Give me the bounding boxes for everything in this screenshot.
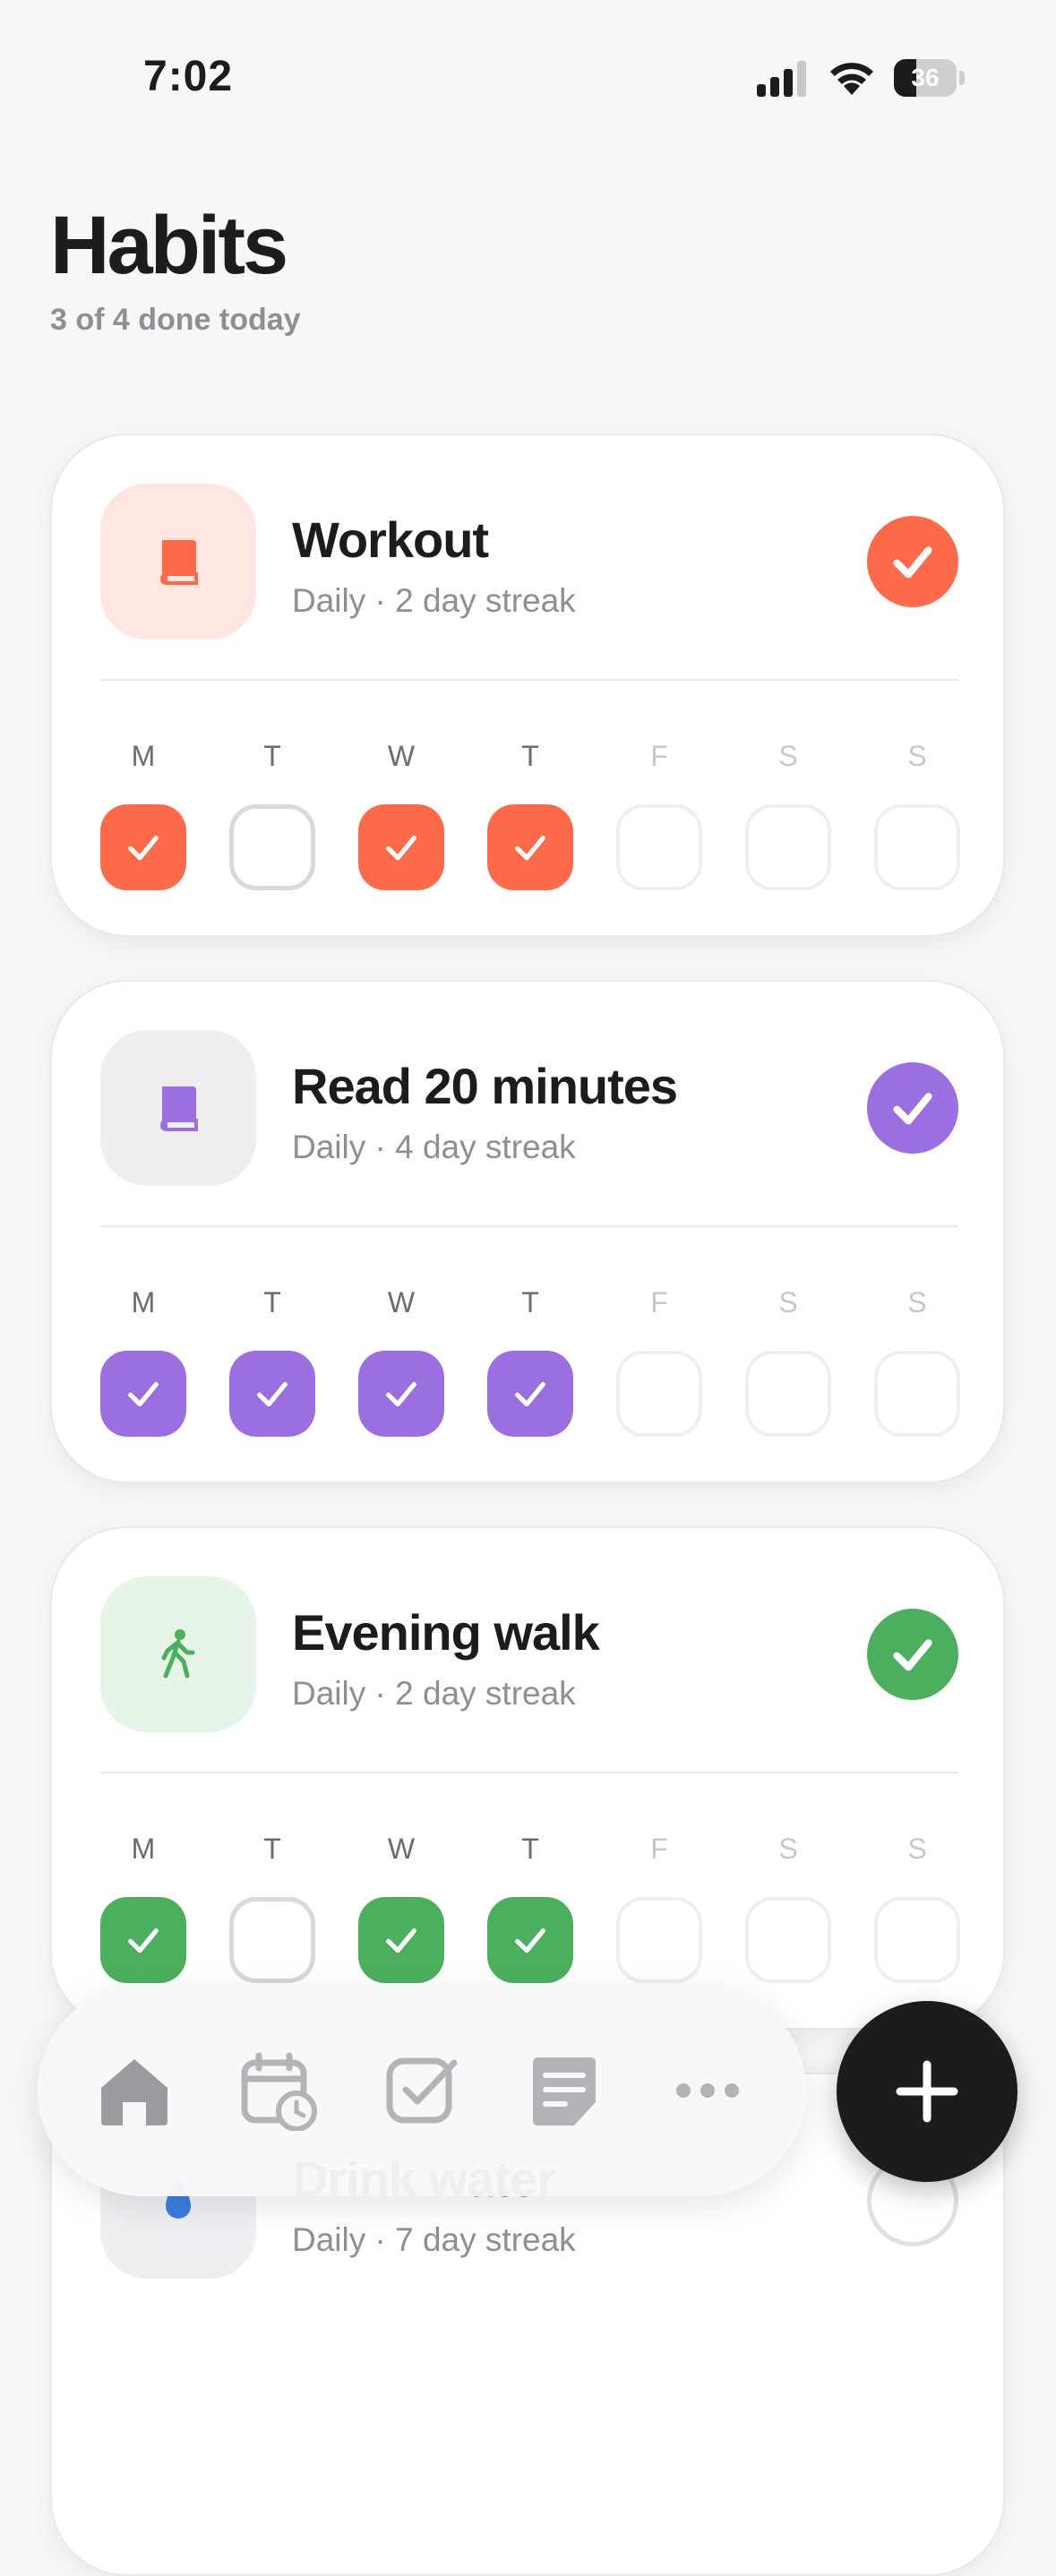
habit-icon-tile [100, 1576, 256, 1732]
checkmark-icon [128, 836, 159, 861]
weekday-label: M [131, 1286, 156, 1318]
plus-icon [896, 2060, 958, 2123]
battery-percentage: 36 [911, 64, 940, 91]
habit-icon-tile [100, 1030, 256, 1186]
habit-complete-toggle[interactable] [867, 1062, 958, 1154]
day-checkbox[interactable] [358, 1351, 444, 1437]
battery-icon: 36 [894, 59, 966, 97]
more-icon [676, 2083, 739, 2098]
weekday-label: T [263, 1833, 281, 1865]
habit-name: Workout [292, 511, 489, 568]
notes-icon [533, 2057, 596, 2125]
checkmark-icon [893, 1639, 932, 1671]
weekday-label: T [263, 740, 281, 772]
weekday-label: F [650, 740, 668, 772]
habit-streak: Daily · 2 day streak [292, 582, 576, 619]
divider [100, 1225, 958, 1227]
day-checkbox[interactable] [487, 804, 573, 890]
book-icon [159, 540, 198, 585]
day-checkbox[interactable] [874, 1897, 960, 1983]
day-checkbox[interactable] [100, 804, 186, 890]
day-checkbox[interactable] [487, 1351, 573, 1437]
page-title: Habits [50, 200, 288, 291]
checkmark-icon [386, 1928, 416, 1953]
tab-schedule[interactable] [233, 2046, 322, 2135]
divider [100, 1772, 958, 1773]
habit-complete-toggle[interactable] [867, 516, 958, 607]
habit-streak: Daily · 2 day streak [292, 1675, 576, 1712]
checkmark-icon [515, 1928, 545, 1953]
day-checkbox[interactable] [874, 1351, 960, 1437]
weekday-label: S [907, 1286, 927, 1318]
checkmark-icon [893, 546, 932, 579]
day-checkbox[interactable] [229, 1351, 315, 1437]
habit-streak: Daily · 4 day streak [292, 1129, 576, 1165]
day-checkbox[interactable] [229, 804, 315, 890]
weekday-label: S [907, 740, 927, 772]
checkmark-icon [515, 1382, 545, 1407]
tab-tasks[interactable] [376, 2046, 466, 2135]
tab-bar [38, 1985, 806, 2196]
weekday-label: W [387, 740, 416, 772]
weekday-label: T [263, 1286, 281, 1318]
tab-notes[interactable] [519, 2046, 609, 2135]
day-checkbox[interactable] [100, 1897, 186, 1983]
day-checkbox[interactable] [358, 804, 444, 890]
day-checkbox[interactable] [745, 1351, 831, 1437]
weekday-label: M [131, 740, 156, 772]
habit-streak: Daily · 7 day streak [292, 2221, 576, 2258]
habit-complete-toggle[interactable] [867, 1609, 958, 1700]
book-icon [159, 1086, 198, 1131]
checkmark-icon [128, 1928, 159, 1953]
day-checkbox[interactable] [100, 1351, 186, 1437]
day-checkbox[interactable] [745, 1897, 831, 1983]
calendar-clock-icon [241, 2052, 317, 2131]
day-checkbox[interactable] [616, 804, 702, 890]
weekday-label: S [778, 740, 798, 772]
cellular-signal-icon [757, 61, 806, 97]
home-icon [101, 2059, 167, 2125]
checkmark-icon [515, 836, 545, 861]
habit-card[interactable]: Evening walk Daily · 2 day streak M T W T F S S [50, 1526, 1005, 2030]
checkmark-icon [257, 1382, 288, 1407]
add-habit-button[interactable] [837, 2001, 1017, 2182]
weekday-label: F [650, 1833, 668, 1865]
checkbox-icon [386, 2057, 458, 2124]
day-checkbox[interactable] [616, 1351, 702, 1437]
weekday-label: S [778, 1286, 798, 1318]
habit-card[interactable]: Read 20 minutes Daily · 4 day streak M T W T F… [50, 980, 1005, 1483]
weekday-label: W [387, 1286, 416, 1318]
checkmark-icon [128, 1382, 159, 1407]
status-time: 7:02 [143, 53, 234, 100]
day-checkbox[interactable] [358, 1897, 444, 1983]
divider [100, 679, 958, 681]
habit-card[interactable]: Workout Daily · 2 day streak M T W T F S S [50, 434, 1005, 937]
wifi-icon [830, 63, 873, 95]
tab-home[interactable] [90, 2046, 179, 2135]
day-checkbox[interactable] [745, 804, 831, 890]
weekday-label: S [778, 1833, 798, 1865]
checkmark-icon [386, 1382, 416, 1407]
tab-more[interactable] [663, 2046, 752, 2135]
day-checkbox[interactable] [487, 1897, 573, 1983]
weekday-label: T [521, 1286, 539, 1318]
status-bar: 7:02 36 [0, 0, 1056, 152]
habit-name: Evening walk [292, 1604, 600, 1661]
habit-icon-tile [100, 484, 256, 640]
weekday-label: F [650, 1286, 668, 1318]
checkmark-icon [386, 836, 416, 861]
day-checkbox[interactable] [229, 1897, 315, 1983]
progress-summary: 3 of 4 done today [50, 303, 301, 337]
habit-name: Read 20 minutes [292, 1058, 678, 1114]
weekday-label: M [131, 1833, 156, 1865]
weekday-label: S [907, 1833, 927, 1865]
walking-icon [161, 1629, 195, 1679]
weekday-label: T [521, 740, 539, 772]
checkmark-icon [893, 1093, 932, 1125]
day-checkbox[interactable] [874, 804, 960, 890]
weekday-label: T [521, 1833, 539, 1865]
day-checkbox[interactable] [616, 1897, 702, 1983]
weekday-label: W [387, 1833, 416, 1865]
